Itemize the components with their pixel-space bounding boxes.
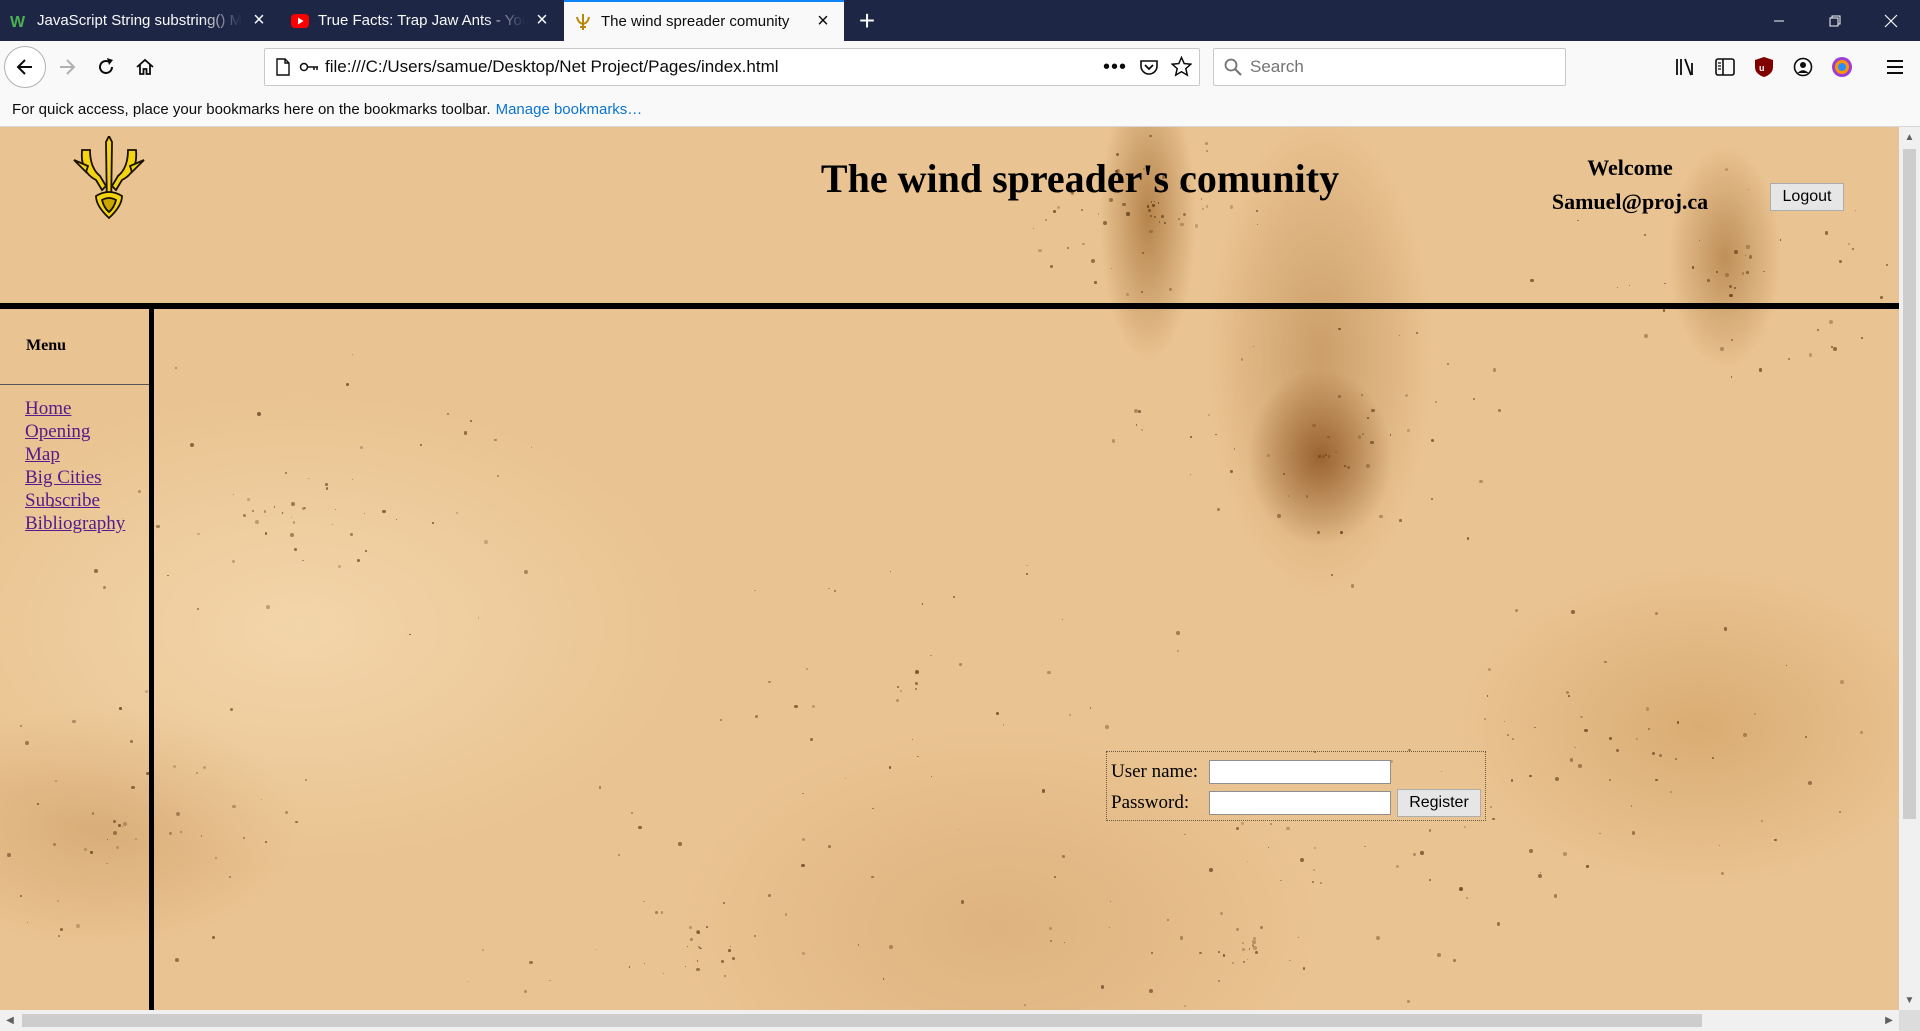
scroll-down-icon[interactable]: ▼ <box>1899 990 1920 1010</box>
menu-link-big-cities[interactable]: Big Cities <box>25 466 125 489</box>
scroll-left-icon[interactable]: ◀ <box>0 1010 20 1031</box>
menu-divider <box>0 384 149 385</box>
password-label: Password: <box>1111 791 1190 813</box>
menu-link-bibliography[interactable]: Bibliography <box>25 512 125 535</box>
header-divider <box>0 303 1899 309</box>
side-menu: Home Opening Map Big Cities Subscribe Bi… <box>25 397 125 535</box>
tab-title: JavaScript String substring() Me <box>37 12 242 29</box>
reload-button[interactable] <box>87 48 125 86</box>
page-icon <box>275 58 291 76</box>
url-bar[interactable]: file:///C:/Users/samue/Desktop/Net Proje… <box>264 48 1200 86</box>
close-tab-icon[interactable]: × <box>248 9 270 32</box>
scroll-up-icon[interactable]: ▲ <box>1899 127 1920 147</box>
search-input[interactable] <box>1250 57 1550 77</box>
logout-button[interactable]: Logout <box>1770 183 1844 211</box>
welcome-message: Welcome Samuel@proj.ca <box>1510 151 1750 219</box>
tab-javascript-substring[interactable]: W JavaScript String substring() Me × <box>0 0 280 41</box>
manage-bookmarks-link[interactable]: Manage bookmarks… <box>496 101 643 118</box>
page-title: The wind spreader's comunity <box>820 156 1340 201</box>
restore-icon <box>1829 15 1841 26</box>
url-text[interactable]: file:///C:/Users/samue/Desktop/Net Proje… <box>325 57 779 77</box>
sidebar-toggle-icon[interactable] <box>1713 55 1737 79</box>
user-email: Samuel@proj.ca <box>1551 189 1709 214</box>
back-button[interactable] <box>4 46 46 88</box>
hamburger-menu-icon[interactable] <box>1883 55 1907 79</box>
reload-icon <box>99 58 113 74</box>
sidebar-divider <box>149 309 154 1010</box>
youtube-icon <box>291 12 309 30</box>
trident-icon <box>574 13 592 31</box>
menu-link-map[interactable]: Map <box>25 443 125 466</box>
menu-title: Menu <box>26 337 66 354</box>
ublock-origin-icon[interactable]: u <box>1752 55 1776 79</box>
page-actions-icon[interactable]: ••• <box>1103 57 1127 77</box>
home-icon <box>136 58 154 75</box>
bookmarks-toolbar: For quick access, place your bookmarks h… <box>0 92 1920 127</box>
bookmarks-hint-text: For quick access, place your bookmarks h… <box>12 100 491 118</box>
search-bar[interactable] <box>1213 48 1566 86</box>
minimize-button[interactable] <box>1751 0 1807 41</box>
vertical-scrollbar[interactable]: ▲ ▼ <box>1899 127 1920 1010</box>
restore-button[interactable] <box>1807 0 1863 41</box>
scroll-right-icon[interactable]: ▶ <box>1879 1010 1899 1031</box>
permissions-key-icon[interactable] <box>299 61 319 73</box>
welcome-label: Welcome <box>1587 155 1673 180</box>
page-content: The wind spreader's comunity Welcome Sam… <box>0 127 1899 1010</box>
library-icon[interactable] <box>1674 55 1698 79</box>
menu-link-home[interactable]: Home <box>25 397 125 420</box>
tab-wind-spreader[interactable]: The wind spreader comunity × <box>564 0 844 41</box>
password-input[interactable] <box>1209 790 1391 815</box>
register-button[interactable]: Register <box>1397 788 1481 817</box>
forward-arrow-icon <box>60 59 76 75</box>
svg-text:W: W <box>10 14 26 30</box>
new-tab-button[interactable]: + <box>850 4 884 38</box>
username-input[interactable] <box>1209 759 1391 784</box>
firefox-extension-icon[interactable] <box>1830 55 1854 79</box>
forward-button[interactable] <box>48 48 86 86</box>
horizontal-scrollbar[interactable]: ◀ ▶ <box>0 1010 1899 1031</box>
minimize-icon <box>1774 20 1784 21</box>
search-icon <box>1224 58 1242 76</box>
vertical-scroll-thumb[interactable] <box>1903 149 1916 819</box>
menu-link-opening[interactable]: Opening <box>25 420 125 443</box>
close-icon <box>1884 14 1898 27</box>
svg-text:u: u <box>1759 63 1765 73</box>
tab-strip: W JavaScript String substring() Me × Tru… <box>0 0 1920 41</box>
account-icon[interactable] <box>1791 55 1815 79</box>
back-arrow-icon <box>16 59 32 75</box>
login-form: User name: Password: Register <box>1106 751 1486 821</box>
tab-title: True Facts: Trap Jaw Ants - YouT <box>318 12 525 29</box>
close-window-button[interactable] <box>1863 0 1919 41</box>
close-tab-icon[interactable]: × <box>531 9 553 32</box>
w3schools-icon: W <box>10 12 28 30</box>
horizontal-scroll-thumb[interactable] <box>22 1014 1702 1027</box>
menu-link-subscribe[interactable]: Subscribe <box>25 489 125 512</box>
pocket-icon[interactable] <box>1139 57 1159 77</box>
scrollbar-corner <box>1899 1010 1920 1031</box>
navigation-toolbar: file:///C:/Users/samue/Desktop/Net Proje… <box>0 41 1920 92</box>
close-tab-icon[interactable]: × <box>812 10 834 33</box>
home-button[interactable] <box>126 48 164 86</box>
bookmark-star-icon[interactable] <box>1171 56 1192 77</box>
username-label: User name: <box>1111 760 1199 782</box>
tab-title: The wind spreader comunity <box>601 13 790 30</box>
tab-true-facts[interactable]: True Facts: Trap Jaw Ants - YouT × <box>281 0 563 41</box>
trident-logo-icon[interactable] <box>66 133 152 222</box>
